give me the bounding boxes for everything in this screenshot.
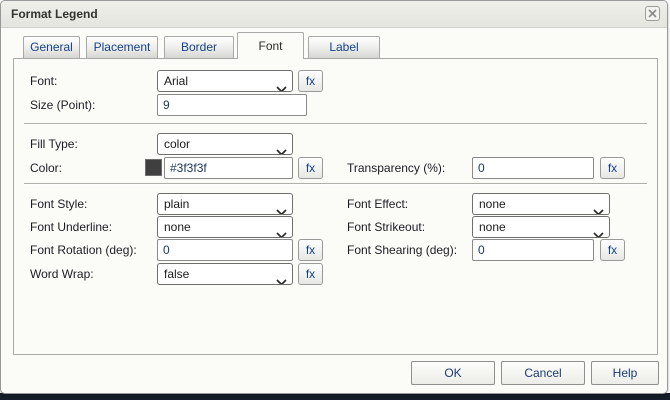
tab-general[interactable]: General [23, 36, 80, 58]
divider [24, 183, 647, 185]
font-effect-select-value: none [479, 197, 506, 211]
font-rotation-input[interactable] [157, 239, 293, 261]
color-fx-button[interactable]: fx [298, 157, 323, 179]
font-select[interactable]: Arial [157, 70, 293, 92]
chevron-down-icon [276, 142, 287, 149]
font-strikeout-select-value: none [479, 220, 506, 234]
font-shearing-fx-button[interactable]: fx [600, 239, 625, 261]
font-strikeout-label: Font Strikeout: [347, 216, 425, 238]
help-button[interactable]: Help [591, 361, 659, 385]
size-label: Size (Point): [30, 94, 95, 116]
divider [24, 123, 647, 125]
tab-border[interactable]: Border [164, 36, 234, 58]
size-input[interactable] [157, 94, 307, 116]
font-rotation-fx-button[interactable]: fx [298, 239, 323, 261]
background-bar [0, 393, 670, 400]
font-label: Font: [30, 70, 57, 92]
dialog-titlebar: Format Legend [1, 1, 667, 28]
font-underline-select-value: none [164, 220, 191, 234]
close-icon [648, 9, 657, 18]
chevron-down-icon [276, 79, 287, 86]
tab-label[interactable]: Label [308, 36, 380, 58]
fill-type-label: Fill Type: [30, 133, 78, 155]
font-effect-label: Font Effect: [347, 193, 408, 215]
ok-button[interactable]: OK [411, 361, 495, 385]
color-label: Color: [30, 157, 62, 179]
font-strikeout-select[interactable]: none [472, 216, 610, 238]
color-input[interactable] [164, 157, 293, 179]
font-shearing-label: Font Shearing (deg): [347, 239, 457, 261]
word-wrap-label: Word Wrap: [30, 263, 94, 285]
font-rotation-label: Font Rotation (deg): [30, 239, 137, 261]
dialog-title: Format Legend [11, 1, 98, 27]
close-button[interactable] [645, 6, 660, 21]
font-style-select[interactable]: plain [157, 193, 293, 215]
chevron-down-icon [276, 202, 287, 209]
word-wrap-select[interactable]: false [157, 263, 293, 285]
transparency-fx-button[interactable]: fx [600, 157, 625, 179]
font-underline-label: Font Underline: [30, 216, 112, 238]
transparency-label: Transparency (%): [347, 157, 445, 179]
chevron-down-icon [276, 272, 287, 279]
chevron-down-icon [276, 225, 287, 232]
word-wrap-fx-button[interactable]: fx [298, 263, 323, 285]
word-wrap-select-value: false [164, 267, 189, 281]
transparency-input[interactable] [472, 157, 594, 179]
fill-type-select-value: color [164, 137, 190, 151]
font-tab-panel: Font: Arial fx Size (Point): Fill Type: … [13, 58, 658, 355]
chevron-down-icon [593, 202, 604, 209]
color-swatch[interactable] [145, 159, 162, 176]
font-select-value: Arial [164, 74, 188, 88]
font-fx-button[interactable]: fx [298, 70, 323, 92]
fill-type-select[interactable]: color [157, 133, 293, 155]
font-shearing-input[interactable] [472, 239, 594, 261]
tab-placement[interactable]: Placement [86, 36, 158, 58]
format-legend-dialog: Format Legend General Placement Border F… [0, 0, 668, 394]
cancel-button[interactable]: Cancel [501, 361, 585, 385]
font-style-select-value: plain [164, 197, 189, 211]
tab-font[interactable]: Font [237, 32, 304, 59]
font-effect-select[interactable]: none [472, 193, 610, 215]
chevron-down-icon [593, 225, 604, 232]
font-underline-select[interactable]: none [157, 216, 293, 238]
font-style-label: Font Style: [30, 193, 87, 215]
